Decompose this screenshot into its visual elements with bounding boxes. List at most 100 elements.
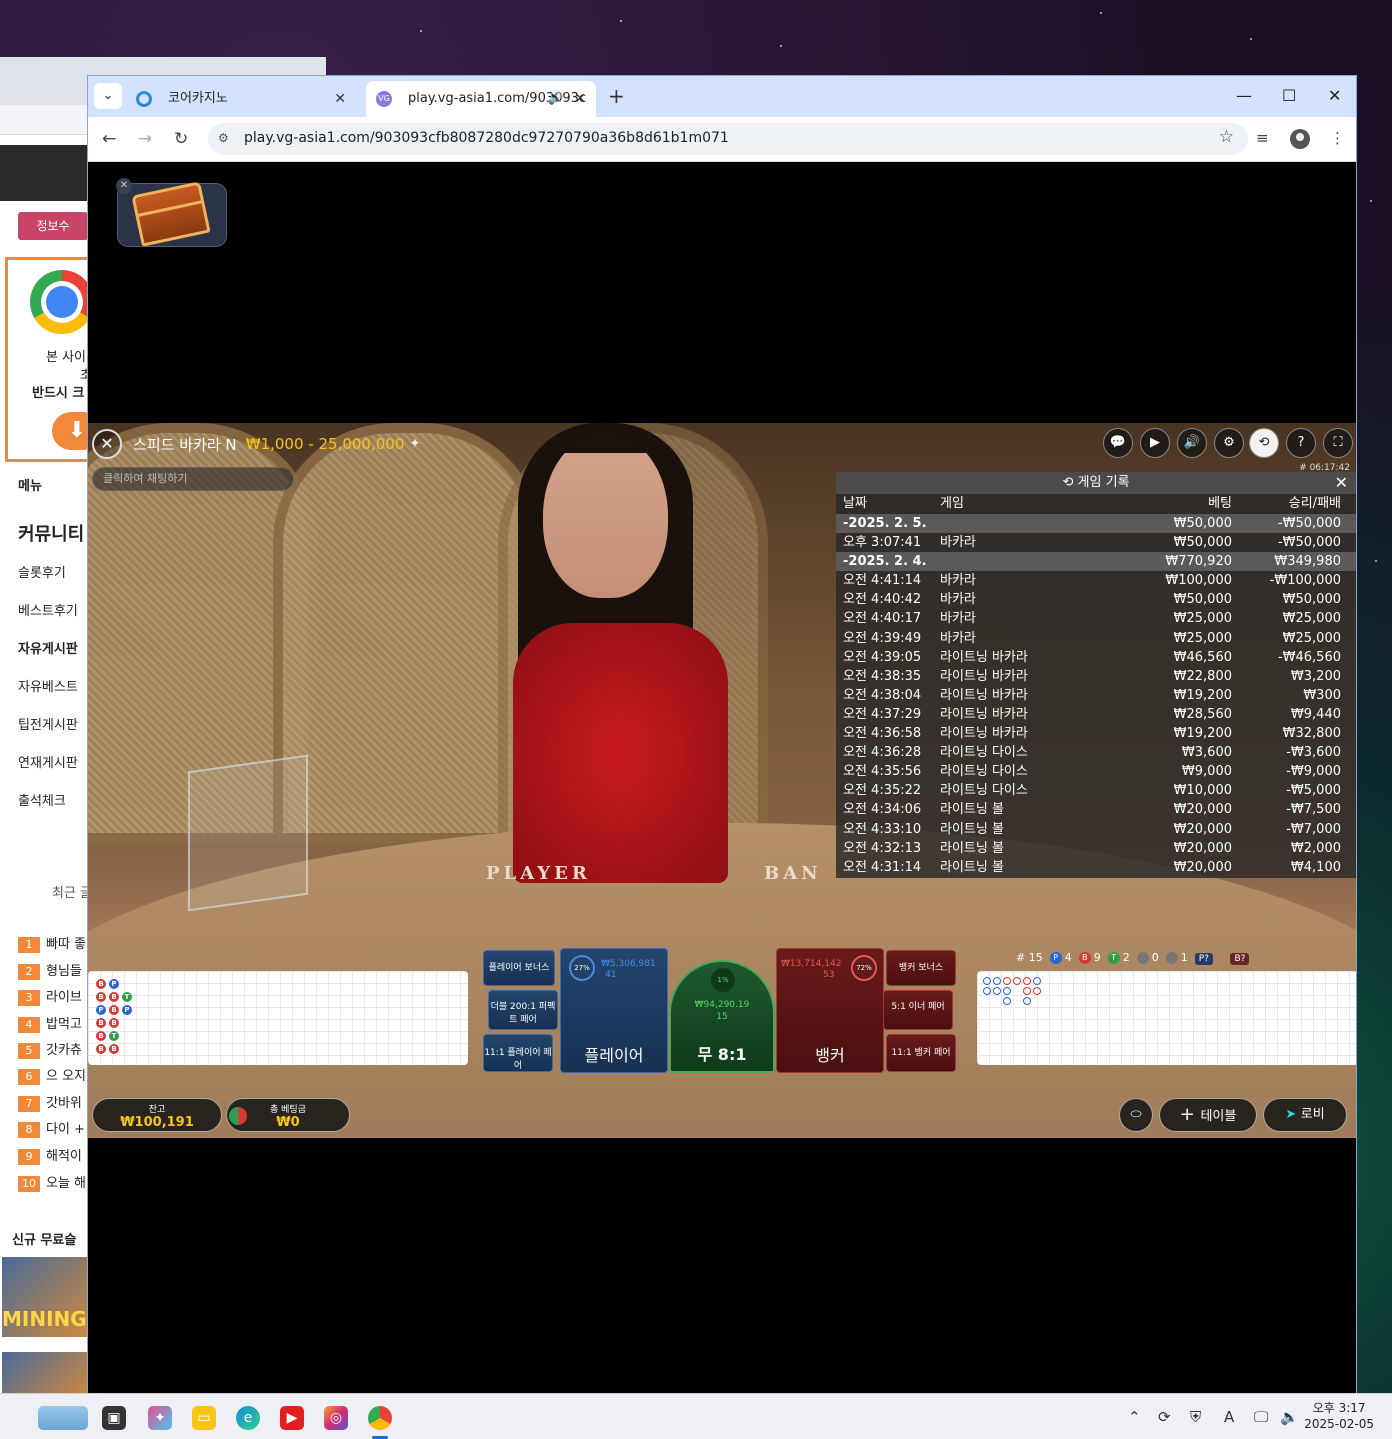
big-road-marker: [1003, 977, 1011, 985]
player-ask-button[interactable]: P?: [1194, 953, 1213, 965]
widgets-icon[interactable]: [38, 1406, 88, 1430]
ranking-item[interactable]: 2 형님들: [18, 960, 82, 980]
ranking-item[interactable]: 7 갓바위: [18, 1092, 82, 1112]
sync-icon[interactable]: ⟳: [1158, 1408, 1171, 1426]
menu-item[interactable]: 슬롯후기: [18, 562, 66, 581]
lobby-button[interactable]: ➤ 로비: [1263, 1098, 1347, 1132]
back-icon[interactable]: ←: [102, 127, 116, 151]
ranking-item[interactable]: 9 해적이: [18, 1145, 82, 1165]
forward-icon[interactable]: →: [138, 127, 152, 151]
file-explorer-icon[interactable]: ▭: [192, 1406, 216, 1430]
omnibox[interactable]: ⚙ play.vg-asia1.com/903093cfb8087280dc97…: [208, 123, 1248, 155]
menu-item[interactable]: 출석체크: [18, 790, 66, 809]
chips-stack-icon[interactable]: ⬭: [1119, 1098, 1153, 1132]
menu-item[interactable]: 연재게시판: [18, 752, 78, 771]
menu-item[interactable]: 베스트후기: [18, 600, 78, 619]
chat-icon[interactable]: 💬: [1103, 428, 1133, 458]
history-game: 라이트닝 볼: [940, 821, 1004, 837]
banker-pair-bet[interactable]: 11:1 뱅커 페어: [886, 1034, 956, 1072]
edge-icon[interactable]: e: [236, 1406, 260, 1430]
banker-ask-button[interactable]: B?: [1230, 953, 1250, 965]
chrome-icon[interactable]: [368, 1406, 392, 1430]
fullscreen-icon[interactable]: ⛶: [1323, 428, 1353, 458]
tab-game[interactable]: VG play.vg-asia1.com/903093c 🔊 ✕: [366, 81, 596, 117]
reload-icon[interactable]: ↻: [174, 127, 188, 151]
tie-bet[interactable]: 1% ₩94,290.19 15 무 8:1: [669, 960, 775, 1073]
ranking-item[interactable]: 1 빠따 좋: [18, 933, 86, 953]
tie-label: 무 8:1: [697, 1045, 747, 1064]
close-icon[interactable]: ✕: [116, 178, 132, 194]
close-history-icon[interactable]: ✕: [1335, 473, 1348, 492]
treasure-chest-popup[interactable]: ✕: [116, 178, 226, 247]
task-view-icon[interactable]: ▣: [102, 1406, 126, 1430]
volume-tray-icon[interactable]: 🔈: [1280, 1408, 1299, 1426]
add-table-button[interactable]: + 테이블: [1159, 1098, 1257, 1132]
chat-input[interactable]: 클릭하여 채팅하기: [92, 467, 294, 491]
game-thumbnail-2[interactable]: [2, 1352, 90, 1397]
banker-bonus-bet[interactable]: 뱅커 보너스: [886, 950, 956, 986]
big-road[interactable]: [977, 971, 1356, 1065]
network-icon[interactable]: 🖵: [1254, 1408, 1268, 1426]
copilot-icon[interactable]: ✦: [148, 1406, 172, 1430]
volume-icon[interactable]: 🔊: [1177, 428, 1207, 458]
ranking-item[interactable]: 4 밥먹고: [18, 1013, 82, 1033]
either-pair-bet[interactable]: 5:1 이너 페어: [883, 990, 953, 1030]
ranking-item[interactable]: 3 라이브: [18, 986, 82, 1006]
new-tab-button[interactable]: +: [608, 83, 625, 109]
history-icon[interactable]: ⟲: [1249, 428, 1279, 458]
close-tab-icon[interactable]: ✕: [334, 81, 346, 117]
bead-road[interactable]: BPBBTPBPBBBTBB: [88, 971, 468, 1065]
menu-item[interactable]: 자유베스트: [18, 676, 78, 695]
vg-favicon-icon: VG: [376, 91, 392, 107]
player-bonus-bet[interactable]: 플레이어 보너스: [483, 950, 555, 986]
balance-label: 잔고: [148, 1105, 166, 1115]
player-pair-bet[interactable]: 11:1 플레이어 페어: [483, 1034, 553, 1072]
table-button-label: 테이블: [1200, 1109, 1237, 1124]
security-icon[interactable]: ⛨: [1190, 1408, 1201, 1426]
tab-corecasino[interactable]: 코어카지노 ✕: [126, 81, 356, 117]
bead-marker: B: [96, 979, 106, 989]
youtube-icon[interactable]: ▶: [280, 1406, 304, 1430]
player-bet[interactable]: 27% ₩5,306,981 41 플레이어: [560, 948, 668, 1073]
history-bet: ₩50,000: [1173, 535, 1232, 551]
ime-indicator[interactable]: A: [1224, 1408, 1234, 1426]
site-info-icon[interactable]: ⚙: [218, 131, 229, 145]
perfect-pair-bet[interactable]: 더블 200:1 퍼펙트 페어: [488, 990, 558, 1030]
history-game: 라이트닝 바카라: [940, 726, 1028, 742]
instagram-icon[interactable]: ◎: [324, 1406, 348, 1430]
chrome-download-banner[interactable]: 본 사이 초 반드시 크 ⬇: [5, 257, 102, 462]
close-window-icon[interactable]: ✕: [1328, 82, 1341, 110]
ranking-item[interactable]: 8 다이 +: [18, 1118, 85, 1138]
tray-overflow-icon[interactable]: ⌃: [1128, 1408, 1141, 1426]
ranking-item[interactable]: 10 오늘 해: [18, 1172, 86, 1192]
menu-item[interactable]: 팁전게시판: [18, 714, 78, 733]
info-button[interactable]: 정보수: [18, 212, 88, 240]
address-bar: ← → ↻ ⚙ play.vg-asia1.com/903093cfb80872…: [88, 117, 1356, 162]
bet-limits[interactable]: ₩1,000 - 25,000,000: [246, 435, 405, 453]
maximize-icon[interactable]: ☐: [1282, 82, 1296, 110]
system-clock[interactable]: 오후 3:17 2025-02-05: [1304, 1400, 1374, 1432]
ranking-item[interactable]: 6 으 오지: [18, 1065, 86, 1085]
history-time: 오전 4:35:22: [843, 783, 922, 799]
history-row: 오전 4:34:06 라이트닝 볼 ₩20,000 -₩7,500: [836, 800, 1356, 819]
bookmark-star-icon[interactable]: ☆: [1219, 127, 1234, 147]
close-game-button[interactable]: ✕: [92, 429, 122, 459]
tab-search-button[interactable]: ⌄: [94, 83, 122, 109]
settings-icon[interactable]: ⚙: [1214, 428, 1244, 458]
history-game: 라이트닝 바카라: [940, 649, 1028, 665]
speaker-icon[interactable]: 🔊: [548, 81, 564, 117]
favorite-star-icon[interactable]: ✦: [409, 437, 420, 452]
ranking-item[interactable]: 5 갓카츄: [18, 1039, 82, 1059]
minimize-icon[interactable]: —: [1236, 82, 1252, 110]
banker-bet[interactable]: ₩13,714,142 53 72% 뱅커: [776, 948, 884, 1073]
video-icon[interactable]: ▶: [1140, 428, 1170, 458]
help-icon[interactable]: ?: [1286, 428, 1316, 458]
url-text[interactable]: play.vg-asia1.com/903093cfb8087280dc9727…: [244, 130, 729, 146]
history-game: 라이트닝 다이스: [940, 764, 1028, 780]
profile-avatar[interactable]: [1290, 129, 1310, 149]
game-thumbnail[interactable]: MINING: [2, 1257, 90, 1337]
media-control-icon[interactable]: ≡: [1256, 129, 1269, 147]
menu-item[interactable]: 자유게시판: [18, 638, 78, 657]
more-menu-icon[interactable]: ⋮: [1330, 129, 1345, 147]
close-tab-icon[interactable]: ✕: [574, 81, 586, 117]
